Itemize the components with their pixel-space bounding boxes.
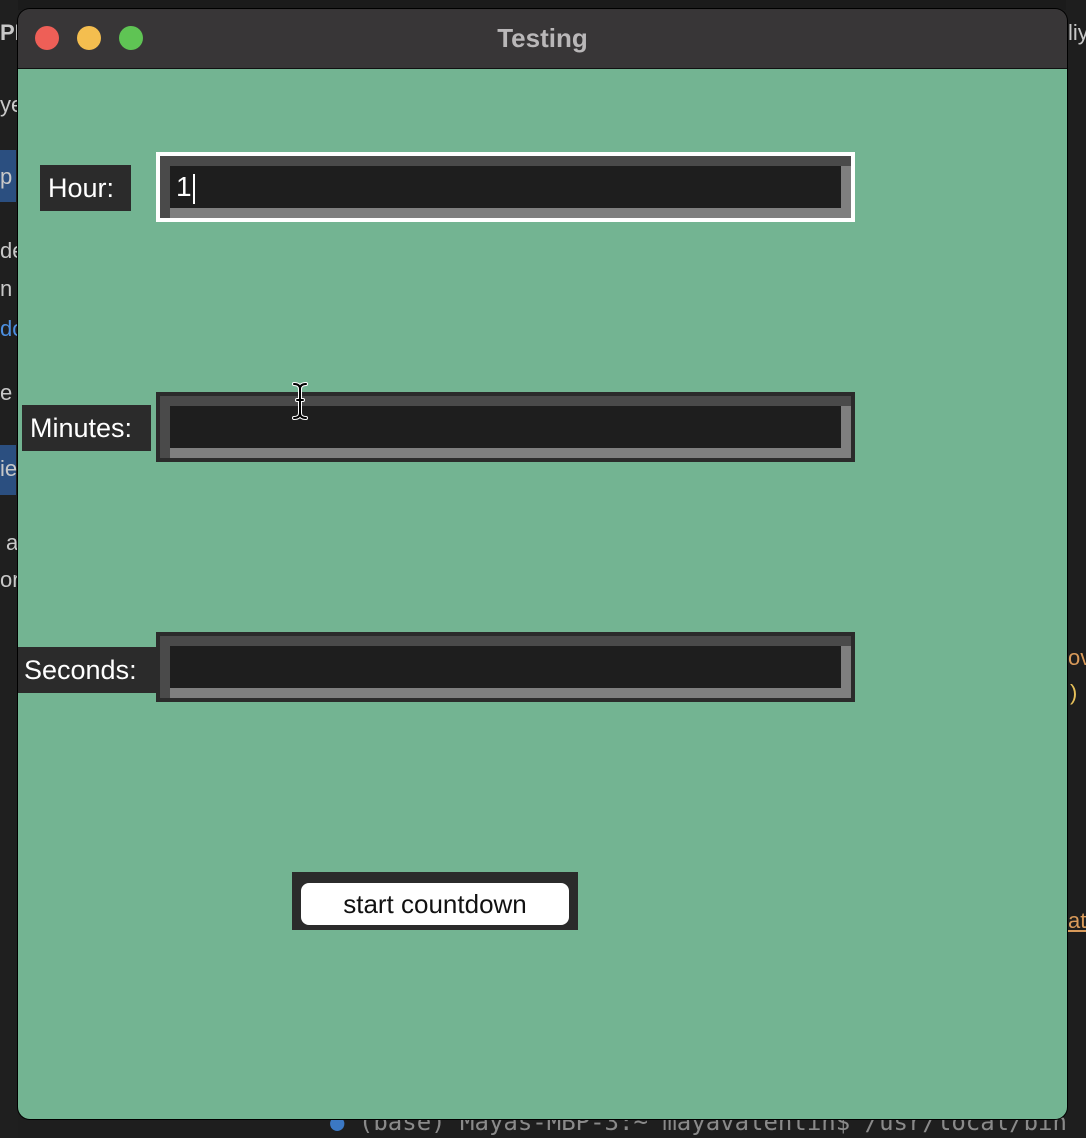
window-content: Hour: 1 Minutes: Seconds: start countdow… (18, 69, 1067, 1119)
background-text: ie (0, 456, 18, 481)
background-text: liy (1068, 20, 1086, 45)
background-text: n (0, 276, 13, 301)
title-bar[interactable]: Testing (18, 9, 1067, 69)
window-title: Testing (497, 23, 588, 53)
ibeam-cursor-icon (292, 382, 308, 420)
hour-input-value: 1 (176, 171, 192, 202)
start-countdown-button[interactable]: start countdown (301, 883, 569, 925)
background-text: a (6, 530, 19, 555)
seconds-label: Seconds: (18, 647, 156, 693)
hour-label: Hour: (40, 165, 131, 211)
background-text: ov (1068, 645, 1086, 670)
background-text: at (1068, 908, 1086, 933)
hour-input[interactable]: 1 (170, 166, 841, 208)
background-text: ) (1070, 680, 1078, 705)
background-text: p (0, 164, 13, 189)
minutes-entry-frame (156, 392, 855, 462)
text-caret (192, 173, 195, 204)
seconds-entry-frame (156, 632, 855, 702)
hour-entry-frame: 1 (156, 152, 855, 222)
start-button-frame: start countdown (292, 872, 578, 930)
background-text: or (0, 567, 20, 592)
seconds-input[interactable] (170, 646, 841, 688)
background-editor-right (1066, 0, 1086, 1138)
minutes-input[interactable] (170, 406, 841, 448)
minutes-label: Minutes: (22, 405, 151, 451)
app-window: Testing Hour: 1 Minutes: Seconds: start … (18, 9, 1067, 1119)
